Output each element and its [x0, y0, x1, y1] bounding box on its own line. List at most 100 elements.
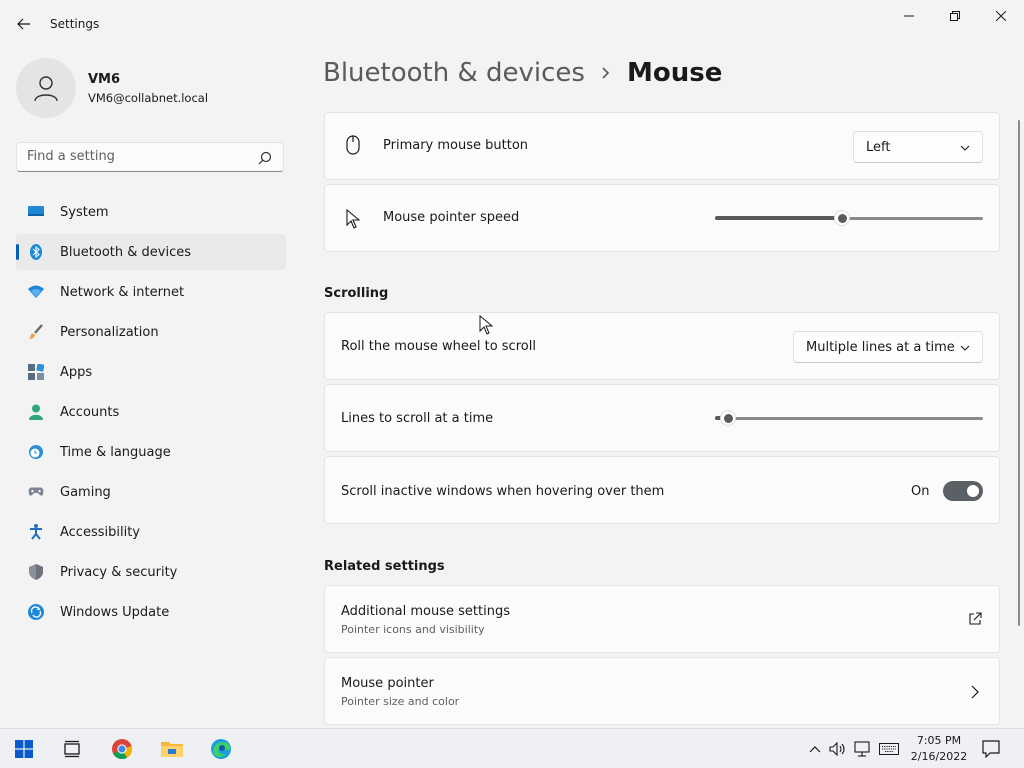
taskbar-file-explorer[interactable]: [160, 737, 184, 761]
sidebar-item-label: Gaming: [60, 484, 111, 500]
sidebar-item-system[interactable]: System: [16, 194, 286, 230]
restore-button[interactable]: [932, 0, 978, 32]
additional-mouse-settings-sub: Pointer icons and visibility: [341, 623, 485, 636]
slider-track: [715, 417, 983, 420]
roll-wheel-dropdown[interactable]: Multiple lines at a time: [793, 331, 983, 363]
toggle-state-label: On: [911, 484, 930, 499]
slider-thumb[interactable]: [834, 210, 850, 226]
sidebar-item-time-language[interactable]: Time & language: [16, 434, 286, 470]
sidebar-item-label: System: [60, 204, 109, 220]
sidebar-item-label: Apps: [60, 364, 93, 380]
sidebar-item-label: Personalization: [60, 324, 159, 340]
person-icon: [28, 404, 44, 420]
show-hidden-icons-button[interactable]: [805, 739, 825, 759]
start-button[interactable]: [12, 737, 36, 761]
volume-button[interactable]: [828, 739, 848, 759]
mouse-cursor-icon: [479, 315, 493, 335]
page-title: Mouse: [626, 58, 723, 88]
close-button[interactable]: [978, 0, 1024, 32]
scrollbar[interactable]: [1018, 120, 1020, 626]
sidebar-item-apps[interactable]: Apps: [16, 354, 286, 390]
search-box[interactable]: [16, 142, 284, 172]
network-button[interactable]: [853, 739, 873, 759]
slider-thumb[interactable]: [720, 410, 736, 426]
sidebar-item-label: Bluetooth & devices: [60, 244, 191, 260]
notification-icon: [982, 740, 1000, 758]
lines-to-scroll-card: Lines to scroll at a time: [324, 384, 1000, 452]
back-button[interactable]: [10, 10, 38, 38]
window-title: Settings: [50, 17, 100, 31]
user-profile[interactable]: VM6 VM6@collabnet.local: [16, 58, 286, 118]
speaker-icon: [829, 742, 845, 756]
dropdown-value: Left: [866, 139, 891, 155]
sidebar-item-accounts[interactable]: Accounts: [16, 394, 286, 430]
mouse-icon: [343, 135, 363, 155]
pointer-speed-card: Mouse pointer speed: [324, 184, 1000, 252]
search-input[interactable]: [27, 149, 247, 164]
sidebar-item-label: Network & internet: [60, 284, 185, 300]
keyboard-button[interactable]: [879, 739, 899, 759]
roll-wheel-card: Roll the mouse wheel to scroll Multiple …: [324, 312, 1000, 380]
breadcrumb: Bluetooth & devices Mouse: [323, 58, 722, 88]
sidebar-item-label: Windows Update: [60, 604, 170, 620]
windows-logo-icon: [15, 740, 33, 758]
notifications-button[interactable]: [981, 739, 1001, 759]
sidebar-item-privacy-security[interactable]: Privacy & security: [16, 554, 286, 590]
minimize-button[interactable]: [886, 0, 932, 32]
bluetooth-icon: [28, 244, 44, 260]
wifi-icon: [28, 284, 44, 300]
sidebar-item-gaming[interactable]: Gaming: [16, 474, 286, 510]
chevron-down-icon: [960, 345, 970, 351]
scroll-inactive-label: Scroll inactive windows when hovering ov…: [341, 484, 665, 499]
additional-mouse-settings-label: Additional mouse settings: [341, 604, 510, 619]
primary-mouse-button-dropdown[interactable]: Left: [853, 131, 983, 163]
primary-mouse-button-label: Primary mouse button: [383, 138, 529, 153]
sidebar-item-personalization[interactable]: Personalization: [16, 314, 286, 350]
folder-icon: [161, 742, 183, 757]
pointer-speed-slider[interactable]: [715, 208, 983, 228]
additional-mouse-settings-card[interactable]: Additional mouse settings Pointer icons …: [324, 585, 1000, 653]
sidebar-item-label: Accessibility: [60, 524, 140, 540]
scroll-inactive-toggle[interactable]: [943, 481, 983, 501]
minimize-icon: [904, 15, 914, 17]
chevron-down-icon: [960, 145, 970, 151]
sidebar-item-windows-update[interactable]: Windows Update: [16, 594, 286, 630]
mouse-pointer-card[interactable]: Mouse pointer Pointer size and color: [324, 657, 1000, 725]
breadcrumb-parent[interactable]: Bluetooth & devices: [323, 58, 585, 88]
sidebar-item-bluetooth-devices[interactable]: Bluetooth & devices: [16, 234, 286, 270]
shield-icon: [28, 564, 44, 580]
sidebar-item-label: Privacy & security: [60, 564, 178, 580]
mouse-pointer-sub: Pointer size and color: [341, 695, 460, 708]
profile-email: VM6@collabnet.local: [88, 91, 209, 105]
restore-icon: [950, 11, 960, 21]
chrome-icon: [112, 739, 133, 760]
taskbar-chrome[interactable]: [110, 737, 134, 761]
lines-to-scroll-label: Lines to scroll at a time: [341, 411, 494, 426]
chevron-right-icon: [971, 685, 979, 699]
sidebar-item-label: Time & language: [60, 444, 171, 460]
chevron-up-icon: [809, 746, 821, 753]
chevron-right-icon: [601, 66, 611, 80]
external-link-icon: [969, 612, 982, 625]
apps-icon: [28, 364, 44, 380]
search-icon[interactable]: [257, 150, 273, 166]
task-view-button[interactable]: [60, 737, 84, 761]
task-view-icon: [64, 740, 80, 758]
update-icon: [28, 604, 44, 620]
lines-to-scroll-slider[interactable]: [715, 408, 983, 428]
pointer-icon: [343, 209, 363, 229]
primary-mouse-button-card: Primary mouse button Left: [324, 112, 1000, 180]
back-arrow-icon: [17, 18, 30, 30]
taskbar-clock[interactable]: 7:05 PM 2/16/2022: [905, 733, 973, 765]
slider-fill: [715, 216, 842, 220]
taskbar-edge[interactable]: [209, 737, 233, 761]
edge-icon: [211, 739, 231, 759]
sidebar-item-accessibility[interactable]: Accessibility: [16, 514, 286, 550]
network-icon: [854, 741, 870, 757]
monitor-icon: [28, 204, 44, 220]
clock-globe-icon: [28, 444, 44, 460]
avatar: [16, 58, 76, 118]
sidebar-item-network[interactable]: Network & internet: [16, 274, 286, 310]
dropdown-value: Multiple lines at a time: [806, 339, 955, 355]
scrolling-section-title: Scrolling: [324, 286, 389, 301]
